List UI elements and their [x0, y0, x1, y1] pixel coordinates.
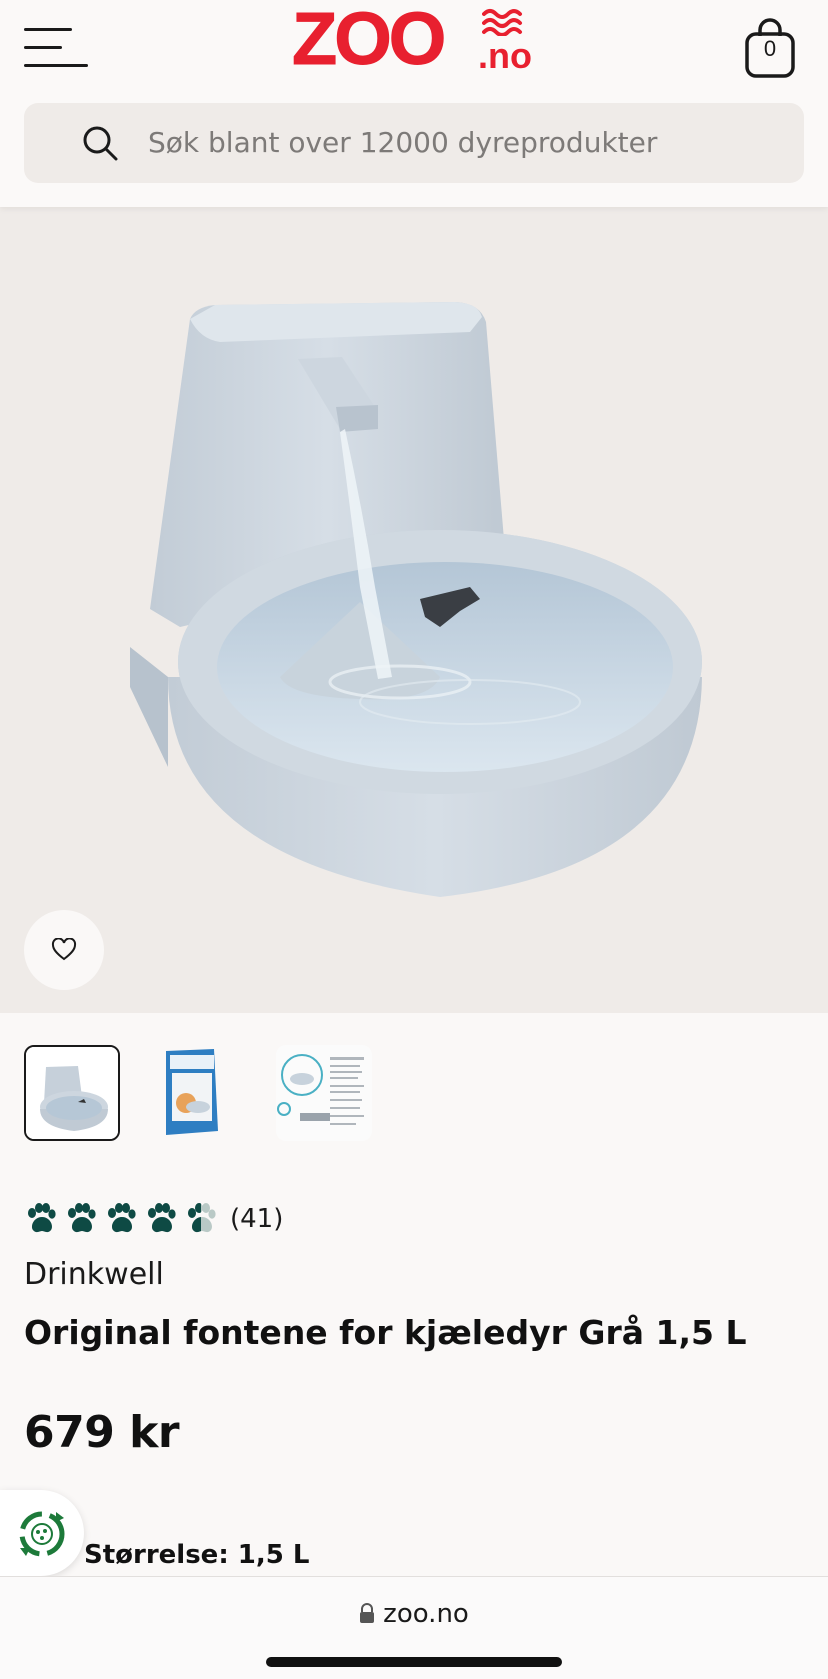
- home-indicator[interactable]: [266, 1657, 562, 1667]
- thumbnail-fountain[interactable]: [24, 1045, 120, 1141]
- product-image: [130, 302, 702, 897]
- rating-count: (41): [230, 1204, 284, 1234]
- menu-icon-line: [24, 28, 72, 31]
- thumbnail-instructions[interactable]: [276, 1045, 372, 1141]
- paw-icon: [188, 1203, 216, 1233]
- site-header: ZOO .no 0 Søk blant over 12000 dyreprodu…: [0, 0, 828, 207]
- recycle-icon: [19, 1511, 65, 1557]
- zoo-logo[interactable]: ZOO .no: [291, 0, 542, 80]
- thumbnail-instructions-image: [276, 1045, 372, 1141]
- menu-icon-line: [24, 64, 88, 67]
- product-brand[interactable]: Drinkwell: [24, 1257, 164, 1292]
- thumbnail-fountain-image: [26, 1047, 118, 1139]
- logo-waves-icon: [482, 9, 522, 36]
- size-label: Størrelse: 1,5 L: [84, 1540, 310, 1570]
- heart-icon: [51, 938, 77, 961]
- logo-wordmark: ZOO: [291, 0, 446, 80]
- search-placeholder: Søk blant over 12000 dyreprodukter: [148, 126, 658, 159]
- paw-icon: [108, 1203, 136, 1233]
- favorite-button[interactable]: [24, 910, 104, 990]
- logo-domain: .no: [478, 35, 532, 76]
- menu-button[interactable]: [24, 26, 88, 70]
- product-price: 679 kr: [24, 1407, 180, 1458]
- paw-icon: [28, 1203, 56, 1233]
- menu-icon-line: [24, 46, 62, 49]
- url-field[interactable]: zoo.no: [0, 1599, 828, 1629]
- cart-button[interactable]: 0: [742, 16, 798, 80]
- sustainability-badge[interactable]: [0, 1490, 84, 1576]
- lock-icon: [360, 1603, 375, 1623]
- search-input[interactable]: Søk blant over 12000 dyreprodukter: [24, 103, 804, 183]
- product-title: Original fontene for kjæledyr Grå 1,5 L: [24, 1313, 747, 1352]
- cart-count: 0: [763, 36, 777, 61]
- thumbnail-box-image: [166, 1049, 218, 1135]
- product-image-gallery[interactable]: [0, 207, 828, 1013]
- paw-icon: [148, 1203, 176, 1233]
- browser-address-bar: zoo.no: [0, 1576, 828, 1679]
- url-text: zoo.no: [383, 1599, 469, 1629]
- search-icon: [83, 126, 118, 161]
- thumbnail-box[interactable]: [144, 1045, 240, 1141]
- paw-icon: [68, 1203, 96, 1233]
